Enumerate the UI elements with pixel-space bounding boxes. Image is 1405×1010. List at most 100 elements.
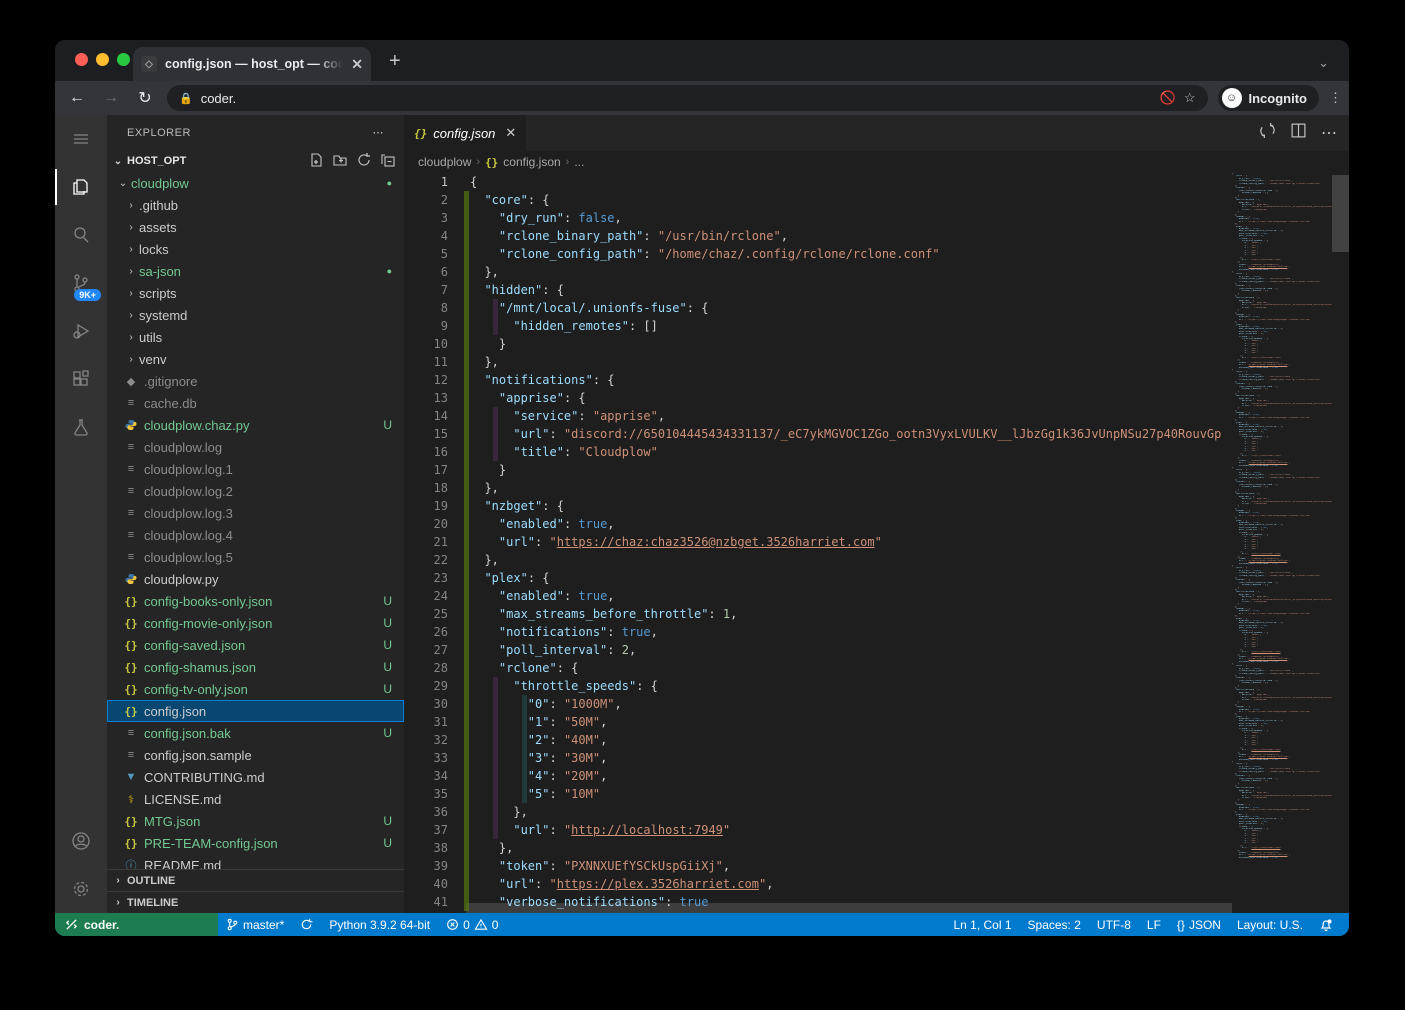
code-line[interactable]: 25 "max_streams_before_throttle": 1, [404, 605, 1232, 623]
code-line[interactable]: 38 }, [404, 839, 1232, 857]
file-tree-item-cloudplow-log-3[interactable]: ≡cloudplow.log.3 [107, 502, 404, 524]
bookmark-star-icon[interactable]: ☆ [1184, 90, 1196, 106]
close-window-button[interactable] [75, 53, 88, 66]
git-branch-item[interactable]: master* [218, 918, 292, 932]
code-line[interactable]: 40 "url": "https://plex.3526harriet.com"… [404, 875, 1232, 893]
file-tree-item-assets[interactable]: ›assets [107, 216, 404, 238]
code-line[interactable]: 6 }, [404, 263, 1232, 281]
code-line[interactable]: 3 "dry_run": false, [404, 209, 1232, 227]
notifications-bell-icon[interactable] [1311, 918, 1341, 932]
remote-indicator[interactable]: coder. [55, 913, 218, 936]
zoom-window-button[interactable] [117, 53, 130, 66]
keyboard-layout-item[interactable]: Layout: U.S. [1229, 918, 1311, 932]
new-tab-button[interactable]: + [389, 50, 401, 73]
eye-off-icon[interactable]: 🚫 [1160, 90, 1176, 106]
url-text[interactable]: coder. [201, 91, 236, 106]
file-tree-item-scripts[interactable]: ›scripts [107, 282, 404, 304]
sync-icon[interactable] [292, 918, 321, 931]
code-line[interactable]: 29 "throttle_speeds": { [404, 677, 1232, 695]
file-tree-item-config-tv-only-json[interactable]: {}config-tv-only.jsonU [107, 678, 404, 700]
file-tree-item--gitignore[interactable]: ◆.gitignore [107, 370, 404, 392]
code-line[interactable]: 2 "core": { [404, 191, 1232, 209]
file-tree-item-mtg-json[interactable]: {}MTG.jsonU [107, 810, 404, 832]
file-tree-item-venv[interactable]: ›venv [107, 348, 404, 370]
file-tree-item-cloudplow[interactable]: ⌄cloudplow● [107, 172, 404, 194]
cursor-position-item[interactable]: Ln 1, Col 1 [945, 918, 1019, 932]
code-line[interactable]: 8 "/mnt/local/.unionfs-fuse": { [404, 299, 1232, 317]
problems-item[interactable]: 0 0 [438, 918, 506, 932]
file-tree-item-config-books-only-json[interactable]: {}config-books-only.jsonU [107, 590, 404, 612]
code-line[interactable]: 30 "0": "1000M", [404, 695, 1232, 713]
browser-menu-button[interactable]: ⋮ [1329, 96, 1339, 100]
code-line[interactable]: 26 "notifications": true, [404, 623, 1232, 641]
file-tree-item-cache-db[interactable]: ≡cache.db [107, 392, 404, 414]
code-line[interactable]: 17 } [404, 461, 1232, 479]
code-line[interactable]: 28 "rclone": { [404, 659, 1232, 677]
workspace-section-header[interactable]: ⌄ HOST_OPT [107, 150, 404, 172]
minimap[interactable]: { "core": { "dry_run": false, "rclone_bi… [1232, 173, 1332, 913]
back-button[interactable]: ← [65, 89, 89, 107]
file-tree-item-pre-team-config-json[interactable]: {}PRE-TEAM-config.jsonU [107, 832, 404, 854]
file-tree-item-cloudplow-log-5[interactable]: ≡cloudplow.log.5 [107, 546, 404, 568]
file-tree-item-cloudplow-chaz-py[interactable]: cloudplow.chaz.pyU [107, 414, 404, 436]
tab-overflow-chevron-icon[interactable]: ⌄ [1318, 55, 1329, 71]
breadcrumb-file[interactable]: config.json [503, 155, 560, 169]
code-line[interactable]: 4 "rclone_binary_path": "/usr/bin/rclone… [404, 227, 1232, 245]
explorer-icon[interactable] [55, 163, 107, 211]
minimize-window-button[interactable] [96, 53, 109, 66]
file-tree-item-sa-json[interactable]: ›sa-json● [107, 260, 404, 282]
code-line[interactable]: 34 "4": "20M", [404, 767, 1232, 785]
code-line[interactable]: 35 "5": "10M" [404, 785, 1232, 803]
lock-icon[interactable]: 🔒 [179, 92, 193, 105]
new-file-icon[interactable] [308, 152, 324, 171]
code-line[interactable]: 5 "rclone_config_path": "/home/chaz/.con… [404, 245, 1232, 263]
outline-section[interactable]: › OUTLINE [107, 869, 404, 891]
code-line[interactable]: 20 "enabled": true, [404, 515, 1232, 533]
browser-tab[interactable]: ◇ config.json — host_opt — code ✕ [133, 47, 371, 81]
code-line[interactable]: 15 "url": "discord://650104445434331137/… [404, 425, 1232, 443]
settings-gear-icon[interactable] [55, 865, 107, 913]
extensions-icon[interactable] [55, 355, 107, 403]
code-line[interactable]: 14 "service": "apprise", [404, 407, 1232, 425]
macos-traffic-lights[interactable] [75, 53, 130, 66]
file-tree-item-config-json-sample[interactable]: ≡config.json.sample [107, 744, 404, 766]
python-interpreter-item[interactable]: Python 3.9.2 64-bit [321, 918, 438, 932]
code-line[interactable]: 36 }, [404, 803, 1232, 821]
file-tree-item-cloudplow-log-4[interactable]: ≡cloudplow.log.4 [107, 524, 404, 546]
refresh-icon[interactable] [356, 152, 372, 171]
code-line[interactable]: 31 "1": "50M", [404, 713, 1232, 731]
code-line[interactable]: 27 "poll_interval": 2, [404, 641, 1232, 659]
file-tree-item-cloudplow-py[interactable]: cloudplow.py [107, 568, 404, 590]
file-tree-item-utils[interactable]: ›utils [107, 326, 404, 348]
indentation-item[interactable]: Spaces: 2 [1020, 918, 1089, 932]
code-line[interactable]: 9 "hidden_remotes": [] [404, 317, 1232, 335]
testing-icon[interactable] [55, 403, 107, 451]
code-line[interactable]: 39 "token": "PXNNXUEfYSCkUspGiiXj", [404, 857, 1232, 875]
code-line[interactable]: 10 } [404, 335, 1232, 353]
scrollbar-slider[interactable] [1332, 175, 1349, 252]
code-line[interactable]: 16 "title": "Cloudplow" [404, 443, 1232, 461]
forward-button[interactable]: → [99, 89, 123, 107]
file-tree-item-config-saved-json[interactable]: {}config-saved.jsonU [107, 634, 404, 656]
code-editor[interactable]: { "core": { "dry_run": false, "rclone_bi… [404, 173, 1349, 913]
editor-tab-close-icon[interactable]: ✕ [505, 125, 516, 141]
file-tree-item-cloudplow-log-1[interactable]: ≡cloudplow.log.1 [107, 458, 404, 480]
code-line[interactable]: 19 "nzbget": { [404, 497, 1232, 515]
file-tree-item-config-json-bak[interactable]: ≡config.json.bakU [107, 722, 404, 744]
file-tree-item-cloudplow-log-2[interactable]: ≡cloudplow.log.2 [107, 480, 404, 502]
file-tree-item-systemd[interactable]: ›systemd [107, 304, 404, 326]
split-editor-icon[interactable] [1290, 122, 1307, 144]
editor-more-actions-icon[interactable]: ⋯ [1321, 123, 1337, 143]
file-tree-item-locks[interactable]: ›locks [107, 238, 404, 260]
reload-button[interactable]: ↻ [133, 88, 157, 108]
code-line[interactable]: 1{ [404, 173, 1232, 191]
open-changes-icon[interactable] [1259, 122, 1276, 144]
explorer-more-actions-icon[interactable]: ⋯ [373, 126, 385, 139]
account-icon[interactable] [55, 817, 107, 865]
code-line[interactable]: 21 "url": "https://chaz:chaz3526@nzbget.… [404, 533, 1232, 551]
tab-close-icon[interactable]: ✕ [351, 57, 363, 71]
file-tree-item-contributing-md[interactable]: ▼CONTRIBUTING.md [107, 766, 404, 788]
file-tree-item--github[interactable]: ›.github [107, 194, 404, 216]
new-folder-icon[interactable] [332, 152, 348, 171]
eol-item[interactable]: LF [1139, 918, 1169, 932]
